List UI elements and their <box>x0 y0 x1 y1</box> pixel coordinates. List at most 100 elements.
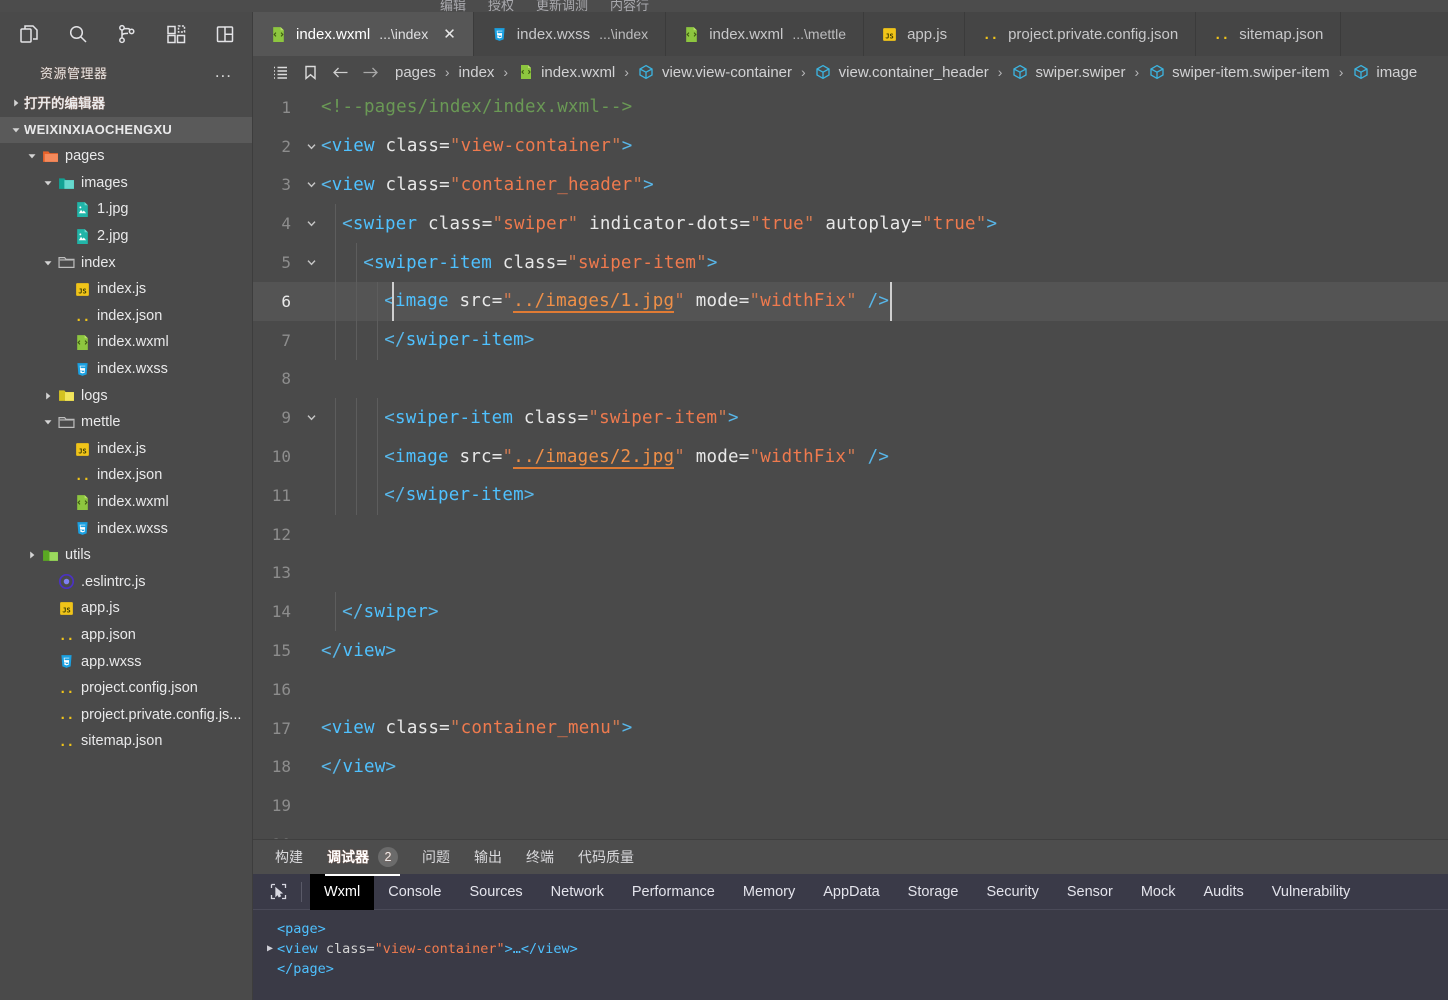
bookmark-icon[interactable] <box>295 59 325 85</box>
chevron-down-icon[interactable] <box>8 125 24 135</box>
breadcrumb-item-5[interactable]: swiper.swiper <box>1011 64 1125 81</box>
breadcrumb-item-1[interactable]: index <box>459 64 495 81</box>
chevron-right-icon[interactable] <box>40 391 56 401</box>
tree-row-app.js[interactable]: JSapp.js <box>0 595 252 622</box>
code-line-12[interactable]: 12 <box>253 515 1448 554</box>
panel-tab-list[interactable]: 构建调试器2问题输出终端代码质量 <box>253 840 1448 874</box>
code-line-1[interactable]: 1<!--pages/index/index.wxml--> <box>253 88 1448 127</box>
breadcrumb-item-4[interactable]: view.container_header <box>815 64 989 81</box>
tree-row-project.private.config.js...[interactable]: {..}project.private.config.js... <box>0 702 252 729</box>
editor-tab-index-wxml-0[interactable]: index.wxml...\index✕ <box>253 12 474 56</box>
menu-item-2[interactable]: 更新调测 <box>536 0 588 12</box>
editor-tab-sitemap-json-5[interactable]: {..}sitemap.json <box>1196 12 1341 56</box>
tree-row-sitemap.json[interactable]: {..}sitemap.json <box>0 728 252 755</box>
tree-row-app.wxss[interactable]: app.wxss <box>0 648 252 675</box>
editor-tab-index-wxss-1[interactable]: index.wxss...\index <box>474 12 666 56</box>
fold-chevron-icon[interactable] <box>301 141 321 152</box>
arrow-right-icon[interactable] <box>355 59 385 85</box>
tree-row-index.js[interactable]: JSindex.js <box>0 276 252 303</box>
chevron-down-icon[interactable] <box>24 151 40 161</box>
code-line-13[interactable]: 13 <box>253 554 1448 593</box>
editor-tab-project-private-config-json-4[interactable]: {..}project.private.config.json <box>965 12 1196 56</box>
chevron-right-icon[interactable] <box>8 98 24 108</box>
devtools-tab-wxml[interactable]: Wxml <box>310 874 374 910</box>
tree-row-.eslintrc.js[interactable]: .eslintrc.js <box>0 569 252 596</box>
fold-chevron-icon[interactable] <box>301 257 321 268</box>
panel-tab-2[interactable]: 问题 <box>422 847 450 867</box>
devtools-tab-list[interactable]: WxmlConsoleSourcesNetworkPerformanceMemo… <box>253 874 1448 910</box>
panel-tab-4[interactable]: 终端 <box>526 847 554 867</box>
menu-item-0[interactable]: 编辑 <box>440 0 466 12</box>
tree-row-------[interactable]: 打开的编辑器 <box>0 90 252 117</box>
devtools-tab-memory[interactable]: Memory <box>729 874 809 910</box>
devtools-tab-performance[interactable]: Performance <box>618 874 729 910</box>
arrow-left-icon[interactable] <box>325 59 355 85</box>
tree-row-weixinxiaochengxu[interactable]: WEIXINXIAOCHENGXU <box>0 117 252 144</box>
tree-row-index.json[interactable]: {..}index.json <box>0 303 252 330</box>
code-line-20[interactable]: 20 <box>253 825 1448 839</box>
tree-row-index.json[interactable]: {..}index.json <box>0 462 252 489</box>
tree-row-index.wxml[interactable]: index.wxml <box>0 329 252 356</box>
search-icon[interactable] <box>67 21 89 47</box>
code-line-8[interactable]: 8 <box>253 360 1448 399</box>
editor-layout-icon[interactable] <box>214 21 236 47</box>
devtools-tab-appdata[interactable]: AppData <box>809 874 893 910</box>
editor-tab-app-js-3[interactable]: JSapp.js <box>864 12 965 56</box>
devtools-tab-vulnerability[interactable]: Vulnerability <box>1258 874 1364 910</box>
devtools-tab-storage[interactable]: Storage <box>894 874 973 910</box>
devtools-tab-mock[interactable]: Mock <box>1127 874 1190 910</box>
editor-tab-index-wxml-2[interactable]: index.wxml...\mettle <box>666 12 864 56</box>
explorer-files-icon[interactable] <box>18 21 40 47</box>
sidebar-more-button[interactable]: ... <box>215 67 232 77</box>
tree-row-utils[interactable]: utils <box>0 542 252 569</box>
code-line-18[interactable]: 18</view> <box>253 748 1448 787</box>
breadcrumb-item-2[interactable]: index.wxml <box>517 64 615 81</box>
outline-list-icon[interactable] <box>265 59 295 85</box>
devtools-tab-security[interactable]: Security <box>972 874 1052 910</box>
tree-row-logs[interactable]: logs <box>0 383 252 410</box>
code-line-10[interactable]: 10<image src="../images/2.jpg" mode="wid… <box>253 437 1448 476</box>
panel-tab-1[interactable]: 调试器2 <box>327 847 398 867</box>
tree-row-pages[interactable]: pages <box>0 143 252 170</box>
devtools-tab-console[interactable]: Console <box>374 874 455 910</box>
wxml-tree-panel[interactable]: <page>▶<view class="view-container">…</v… <box>253 910 1448 1000</box>
code-line-3[interactable]: 3<view class="container_header"> <box>253 166 1448 205</box>
code-line-6[interactable]: 6<image src="../images/1.jpg" mode="widt… <box>253 282 1448 321</box>
expand-arrow-icon[interactable]: ▶ <box>267 939 273 959</box>
file-tree[interactable]: 打开的编辑器WEIXINXIAOCHENGXUpagesimages1.jpg2… <box>0 88 252 1000</box>
devtools-tab-sensor[interactable]: Sensor <box>1053 874 1127 910</box>
code-line-4[interactable]: 4<swiper class="swiper" indicator-dots="… <box>253 204 1448 243</box>
code-line-7[interactable]: 7</swiper-item> <box>253 321 1448 360</box>
chevron-down-icon[interactable] <box>40 178 56 188</box>
breadcrumb-item-3[interactable]: view.view-container <box>638 64 792 81</box>
tree-row-project.config.json[interactable]: {..}project.config.json <box>0 675 252 702</box>
devtools-tab-network[interactable]: Network <box>537 874 618 910</box>
inspect-cursor-icon[interactable] <box>263 878 293 906</box>
code-line-15[interactable]: 15</view> <box>253 631 1448 670</box>
tree-row-2.jpg[interactable]: 2.jpg <box>0 223 252 250</box>
source-control-icon[interactable] <box>116 21 138 47</box>
code-line-9[interactable]: 9<swiper-item class="swiper-item"> <box>253 398 1448 437</box>
code-line-2[interactable]: 2<view class="view-container"> <box>253 127 1448 166</box>
code-line-17[interactable]: 17<view class="container_menu"> <box>253 709 1448 748</box>
tree-row-index.wxml[interactable]: index.wxml <box>0 489 252 516</box>
tree-row-index.wxss[interactable]: index.wxss <box>0 516 252 543</box>
wxml-node-0[interactable]: <page> <box>267 919 1434 939</box>
tree-row-index[interactable]: index <box>0 250 252 277</box>
fold-chevron-icon[interactable] <box>301 218 321 229</box>
devtools-tab-sources[interactable]: Sources <box>455 874 536 910</box>
tree-row-index.wxss[interactable]: index.wxss <box>0 356 252 383</box>
code-line-5[interactable]: 5<swiper-item class="swiper-item"> <box>253 243 1448 282</box>
menu-item-3[interactable]: 内容行 <box>610 0 649 12</box>
tree-row-images[interactable]: images <box>0 170 252 197</box>
wxml-node-2[interactable]: </page> <box>267 959 1434 979</box>
panel-tab-0[interactable]: 构建 <box>275 847 303 867</box>
breadcrumb-item-7[interactable]: image <box>1352 64 1417 81</box>
fold-chevron-icon[interactable] <box>301 412 321 423</box>
chevron-down-icon[interactable] <box>40 258 56 268</box>
tree-row-mettle[interactable]: mettle <box>0 409 252 436</box>
code-line-19[interactable]: 19 <box>253 786 1448 825</box>
menu-item-1[interactable]: 授权 <box>488 0 514 12</box>
breadcrumb-item-6[interactable]: swiper-item.swiper-item <box>1148 64 1330 81</box>
tree-row-app.json[interactable]: {..}app.json <box>0 622 252 649</box>
